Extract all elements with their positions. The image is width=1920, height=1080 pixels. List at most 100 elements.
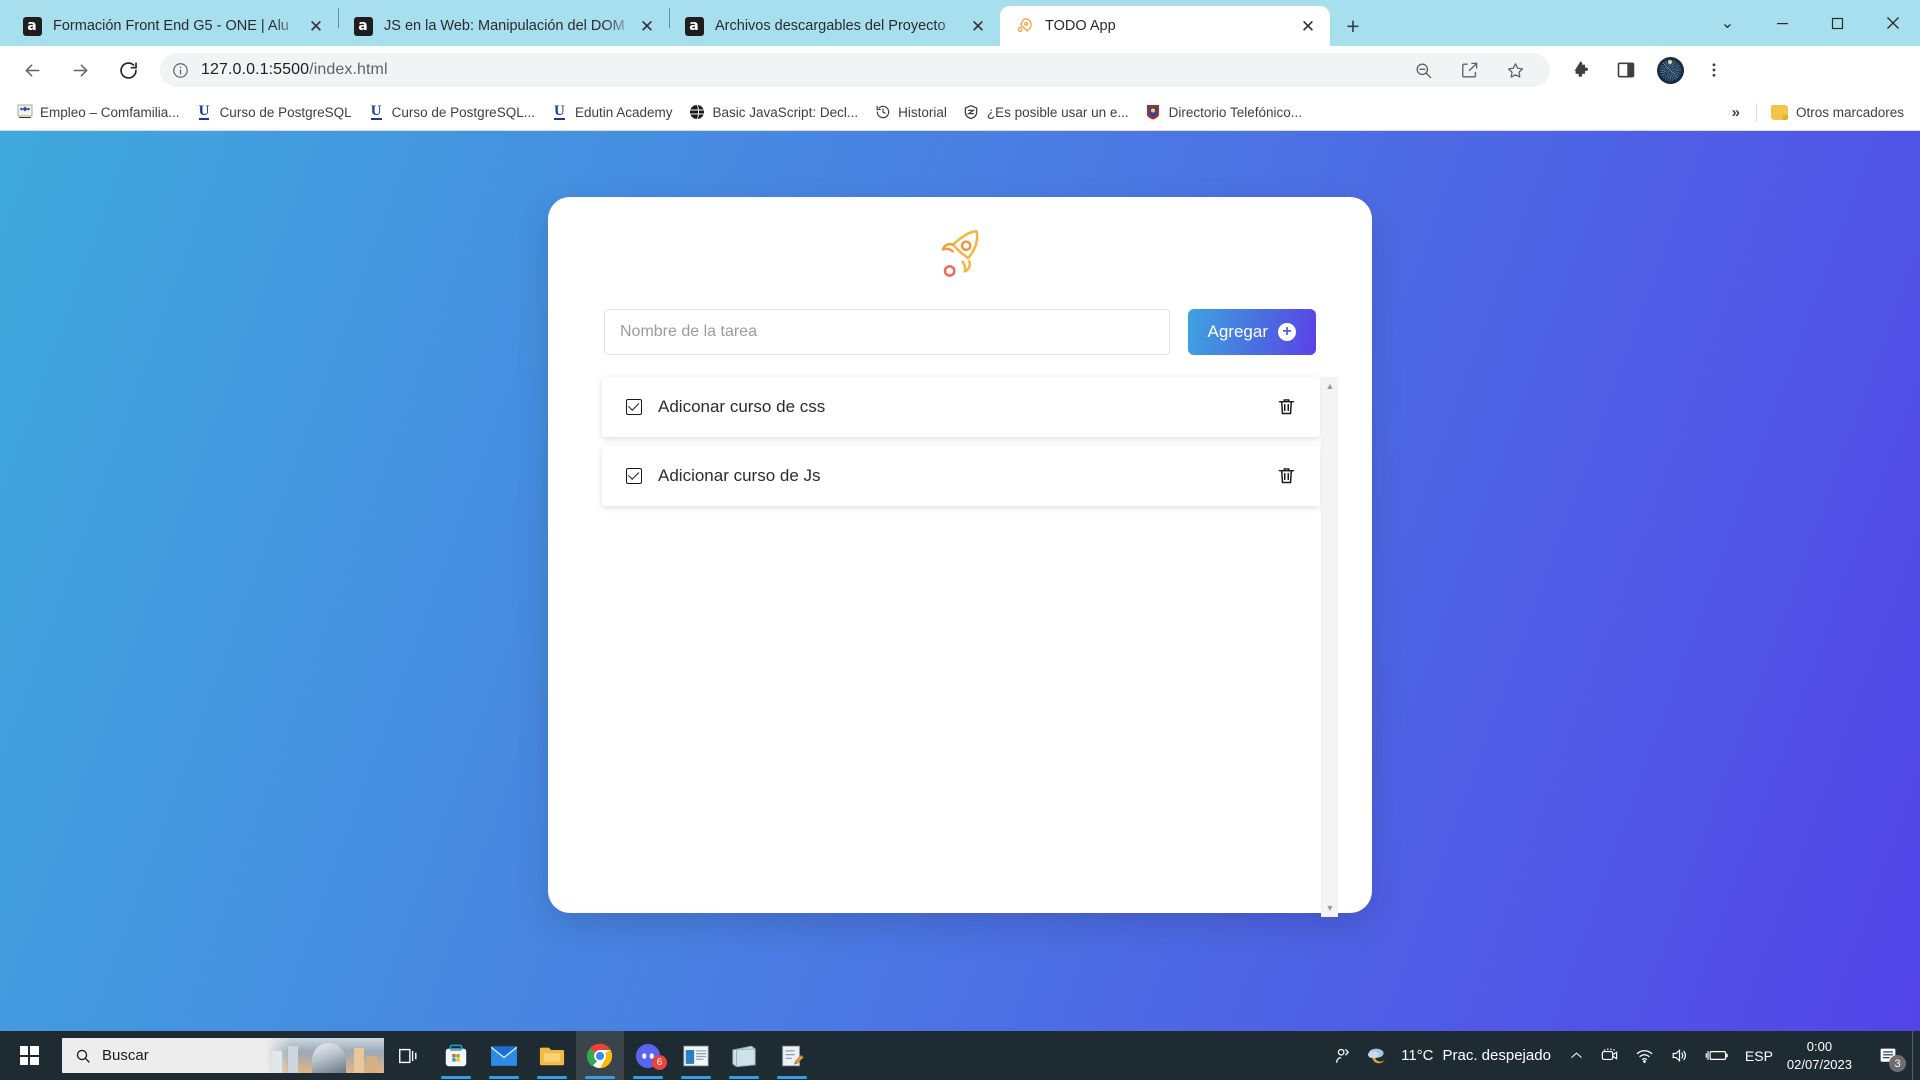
- url-text: 127.0.0.1:5500/index.html: [201, 61, 388, 79]
- reload-icon[interactable]: [109, 51, 147, 89]
- task-name-input[interactable]: [604, 309, 1170, 355]
- people-icon[interactable]: [1324, 1046, 1360, 1066]
- wifi-icon[interactable]: [1627, 1046, 1662, 1065]
- bookmark-item-6[interactable]: ¿Es posible usar un e...: [955, 99, 1137, 126]
- avatar: [1656, 56, 1684, 84]
- text-editor-icon[interactable]: [768, 1031, 816, 1080]
- trash-icon[interactable]: [1276, 464, 1298, 488]
- plus-circle-icon: +: [1278, 323, 1296, 341]
- weather-condition: Prac. despejado: [1442, 1047, 1551, 1064]
- rocket-icon: [1014, 16, 1034, 36]
- info-circle-icon[interactable]: [172, 62, 189, 79]
- weather-widget[interactable]: 11°C Prac. despejado: [1360, 1044, 1561, 1068]
- url-host: 127.0.0.1:5500: [201, 61, 310, 78]
- add-task-form: Agregar +: [578, 309, 1342, 355]
- bookmarks-overflow: » Otros marcadores: [1722, 99, 1912, 126]
- add-task-button[interactable]: Agregar +: [1187, 309, 1316, 355]
- udemy-u-icon: U: [198, 102, 210, 121]
- browser-tab-1[interactable]: a Formación Front End G5 - ONE | Alu ✕: [8, 6, 338, 46]
- crest-icon: [1145, 104, 1162, 121]
- running-indicator: [681, 1076, 711, 1079]
- bookmark-item-2[interactable]: U Curso de PostgreSQL...: [360, 99, 543, 126]
- puzzle-icon[interactable]: [1564, 52, 1600, 88]
- bookmarks-divider: [1755, 102, 1757, 122]
- forward-icon[interactable]: [61, 51, 99, 89]
- bookmark-item-5[interactable]: Historial: [866, 99, 955, 126]
- bookmark-item-4[interactable]: Basic JavaScript: Decl...: [681, 99, 867, 126]
- close-window-button[interactable]: [1865, 0, 1920, 46]
- language-indicator[interactable]: ESP: [1737, 1048, 1781, 1064]
- notifications-icon[interactable]: 3: [1864, 1031, 1912, 1080]
- window-app-icon[interactable]: [672, 1031, 720, 1080]
- task-item[interactable]: Adiconar curso de css: [602, 377, 1320, 437]
- scroll-up-arrow[interactable]: ▲: [1326, 377, 1335, 395]
- three-dot-menu-icon[interactable]: [1696, 52, 1732, 88]
- clock-time: 0:00: [1806, 1038, 1833, 1054]
- discord-icon[interactable]: 6: [624, 1031, 672, 1080]
- bookmark-item-1[interactable]: U Curso de PostgreSQL: [188, 99, 360, 126]
- browser-tab-4-active[interactable]: TODO App ✕: [1000, 6, 1330, 46]
- close-icon[interactable]: ✕: [1296, 14, 1320, 38]
- tab-title: JS en la Web: Manipulación del DOM: [384, 18, 625, 34]
- trash-icon[interactable]: [1276, 395, 1298, 419]
- speaker-icon[interactable]: [1662, 1046, 1697, 1065]
- side-panel-icon[interactable]: [1608, 52, 1644, 88]
- discord-badge: 6: [652, 1055, 667, 1070]
- star-icon[interactable]: [1496, 51, 1534, 89]
- url-path: /index.html: [309, 61, 388, 78]
- close-icon[interactable]: ✕: [635, 14, 659, 38]
- bookmark-label: Empleo – Comfamilia...: [40, 104, 180, 120]
- task-checkbox[interactable]: [626, 468, 642, 484]
- close-icon[interactable]: ✕: [966, 14, 990, 38]
- bookmark-item-3[interactable]: U Edutin Academy: [543, 99, 681, 126]
- task-view-icon[interactable]: [384, 1031, 432, 1080]
- task-label: Adicionar curso de Js: [658, 466, 821, 485]
- camera-icon[interactable]: [1592, 1046, 1627, 1065]
- windows-search-box[interactable]: Buscar: [62, 1038, 384, 1073]
- close-icon[interactable]: ✕: [304, 14, 328, 38]
- bookmark-label: Basic JavaScript: Decl...: [712, 104, 859, 120]
- notifications-badge: 3: [1889, 1055, 1906, 1072]
- avatar-icon[interactable]: [1652, 52, 1688, 88]
- task-list-scrollbar[interactable]: ▲ ▼: [1321, 377, 1338, 917]
- bookmark-item-0[interactable]: Empleo – Comfamilia...: [8, 99, 188, 126]
- other-bookmarks-folder[interactable]: Otros marcadores: [1763, 99, 1912, 126]
- task-checkbox[interactable]: [626, 399, 642, 415]
- browser-tab-2[interactable]: a JS en la Web: Manipulación del DOM ✕: [339, 6, 669, 46]
- back-icon[interactable]: [13, 51, 51, 89]
- microsoft-store-icon[interactable]: [432, 1031, 480, 1080]
- clock[interactable]: 0:00 02/07/2023: [1781, 1038, 1864, 1073]
- address-bar[interactable]: 127.0.0.1:5500/index.html: [160, 53, 1550, 87]
- bookmark-item-7[interactable]: Directorio Telefónico...: [1137, 99, 1310, 126]
- notepad-icon[interactable]: [720, 1031, 768, 1080]
- search-placeholder: Buscar: [102, 1047, 149, 1064]
- show-desktop-button[interactable]: [1912, 1031, 1920, 1080]
- battery-charging-icon[interactable]: [1697, 1046, 1737, 1065]
- tab-strip: a Formación Front End G5 - ONE | Alu ✕ a…: [0, 0, 1920, 46]
- tab-title: TODO App: [1045, 18, 1116, 34]
- new-tab-button[interactable]: +: [1336, 9, 1370, 43]
- google-chrome-icon[interactable]: [576, 1031, 624, 1080]
- file-explorer-icon[interactable]: [528, 1031, 576, 1080]
- other-bookmarks-label: Otros marcadores: [1795, 104, 1904, 120]
- running-indicator: [489, 1076, 519, 1079]
- start-windows-icon[interactable]: [0, 1031, 58, 1080]
- browser-tab-3[interactable]: a Archivos descargables del Proyecto ✕: [670, 6, 1000, 46]
- scroll-down-arrow[interactable]: ▼: [1326, 899, 1335, 917]
- running-indicator: [633, 1076, 663, 1079]
- zoom-out-icon[interactable]: [1404, 51, 1442, 89]
- minimize-button[interactable]: [1755, 0, 1810, 46]
- collapse-button[interactable]: ⌄: [1700, 0, 1755, 46]
- bookmark-label: Curso de PostgreSQL: [219, 104, 352, 120]
- weather-temperature: 11°C: [1401, 1047, 1434, 1064]
- share-icon[interactable]: [1450, 51, 1488, 89]
- task-item[interactable]: Adicionar curso de Js: [602, 446, 1320, 506]
- udemy-u-icon: U: [370, 102, 382, 121]
- chevron-up-icon[interactable]: [1561, 1048, 1592, 1063]
- bookmarks-overflow-button[interactable]: »: [1722, 104, 1750, 121]
- mail-icon[interactable]: [480, 1031, 528, 1080]
- magnifier-icon: [75, 1048, 91, 1064]
- folder-icon: [1770, 104, 1788, 120]
- maximize-button[interactable]: [1810, 0, 1865, 46]
- bookmark-label: Curso de PostgreSQL...: [391, 104, 535, 120]
